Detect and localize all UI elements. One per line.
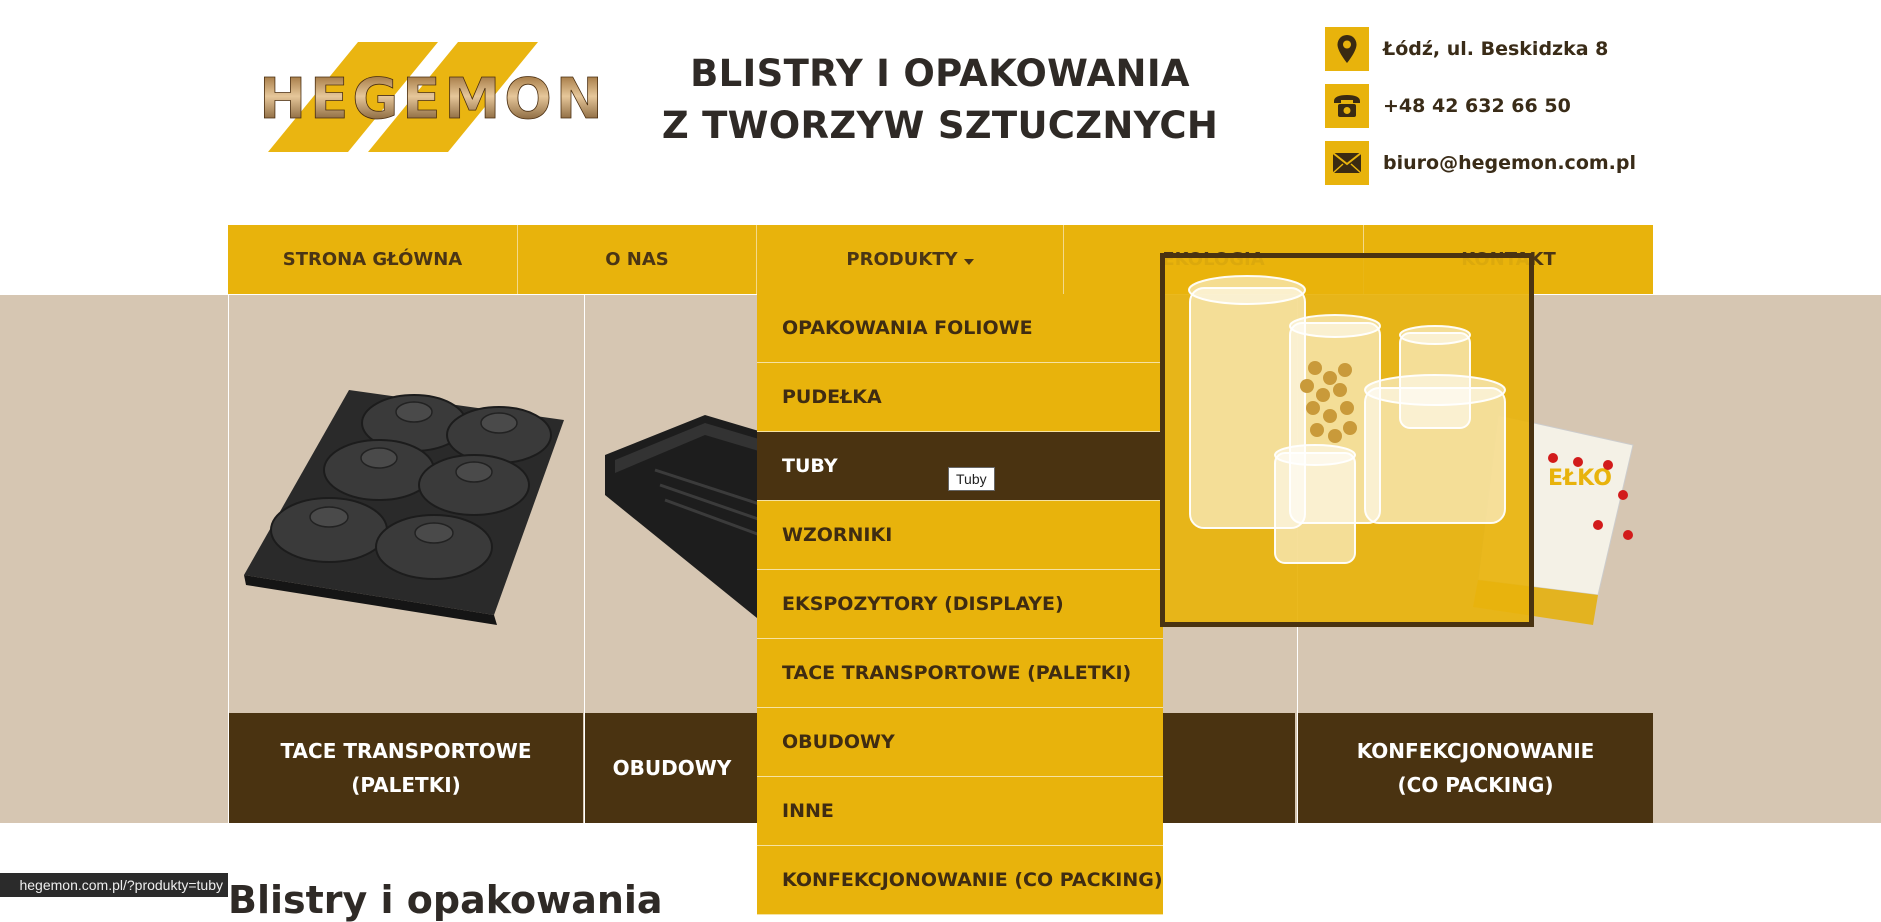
dropdown-preview-image [1160,253,1534,627]
card-caption-line-2: (PALETKI) [351,773,461,797]
nav-products-label: PRODUKTY [846,249,958,270]
contact-phone[interactable]: +48 42 632 66 50 [1325,84,1571,128]
nav-item-about[interactable]: O NAS [518,225,757,294]
card-caption-trays: TACE TRANSPORTOWE (PALETKI) [229,713,583,823]
tray-image [244,390,564,625]
card-caption-line-1: OBUDOWY [612,756,732,780]
phone-icon [1325,84,1369,128]
contact-address: Łódź, ul. Beskidzka 8 [1325,27,1608,71]
dropdown-item-co-packing[interactable]: KONFEKCJONOWANIE (CO PACKING) [757,846,1163,915]
hegemon-logo[interactable]: HEGEMON [228,40,638,155]
card-caption-line-1: TACE TRANSPORTOWE [280,739,532,763]
email-text[interactable]: biuro@hegemon.com.pl [1383,152,1636,174]
phone-text[interactable]: +48 42 632 66 50 [1383,95,1571,117]
contact-email[interactable]: biuro@hegemon.com.pl [1325,141,1636,185]
nav-item-products[interactable]: PRODUKTY [757,225,1064,294]
card-caption-line-2: (CO PACKING) [1397,773,1554,797]
card-caption-copacking: KONFEKCJONOWANIE (CO PACKING) [1298,713,1653,823]
tooltip-tubes: Tuby [948,467,995,491]
tubes-photo [1188,275,1506,564]
product-card-trays[interactable]: TACE TRANSPORTOWE (PALETKI) [228,295,583,823]
section-heading: Blistry i opakowania [228,878,663,922]
card-caption-line-1: KONFEKCJONOWANIE [1356,739,1595,763]
tagline-line-2: Z TWORZYW SZTUCZNYCH [661,104,1219,147]
logo-graphic: HEGEMON [259,42,607,152]
site-tagline: BLISTRY I OPAKOWANIA Z TWORZYW SZTUCZNYC… [660,48,1220,152]
map-pin-icon [1325,27,1369,71]
products-dropdown-menu: OPAKOWANIA FOLIOWE PUDEŁKA TUBY WZORNIKI… [757,294,1163,915]
address-text: Łódź, ul. Beskidzka 8 [1383,38,1609,60]
logo-text: HEGEMON [259,67,607,132]
dropdown-item-samples[interactable]: WZORNIKI [757,501,1163,570]
caret-down-icon [963,249,974,270]
box-art-text: EŁKO [1548,466,1612,491]
envelope-icon [1325,141,1369,185]
tagline-line-1: BLISTRY I OPAKOWANIA [690,52,1190,95]
dropdown-item-displays[interactable]: EKSPOZYTORY (DISPLAYE) [757,570,1163,639]
dropdown-item-enclosures[interactable]: OBUDOWY [757,708,1163,777]
status-bar-url: hegemon.com.pl/?produkty=tuby [0,873,228,897]
nav-item-home[interactable]: STRONA GŁÓWNA [228,225,518,294]
dropdown-item-transport-trays[interactable]: TACE TRANSPORTOWE (PALETKI) [757,639,1163,708]
dropdown-item-film-packaging[interactable]: OPAKOWANIA FOLIOWE [757,294,1163,363]
dropdown-item-boxes[interactable]: PUDEŁKA [757,363,1163,432]
dropdown-item-other[interactable]: INNE [757,777,1163,846]
